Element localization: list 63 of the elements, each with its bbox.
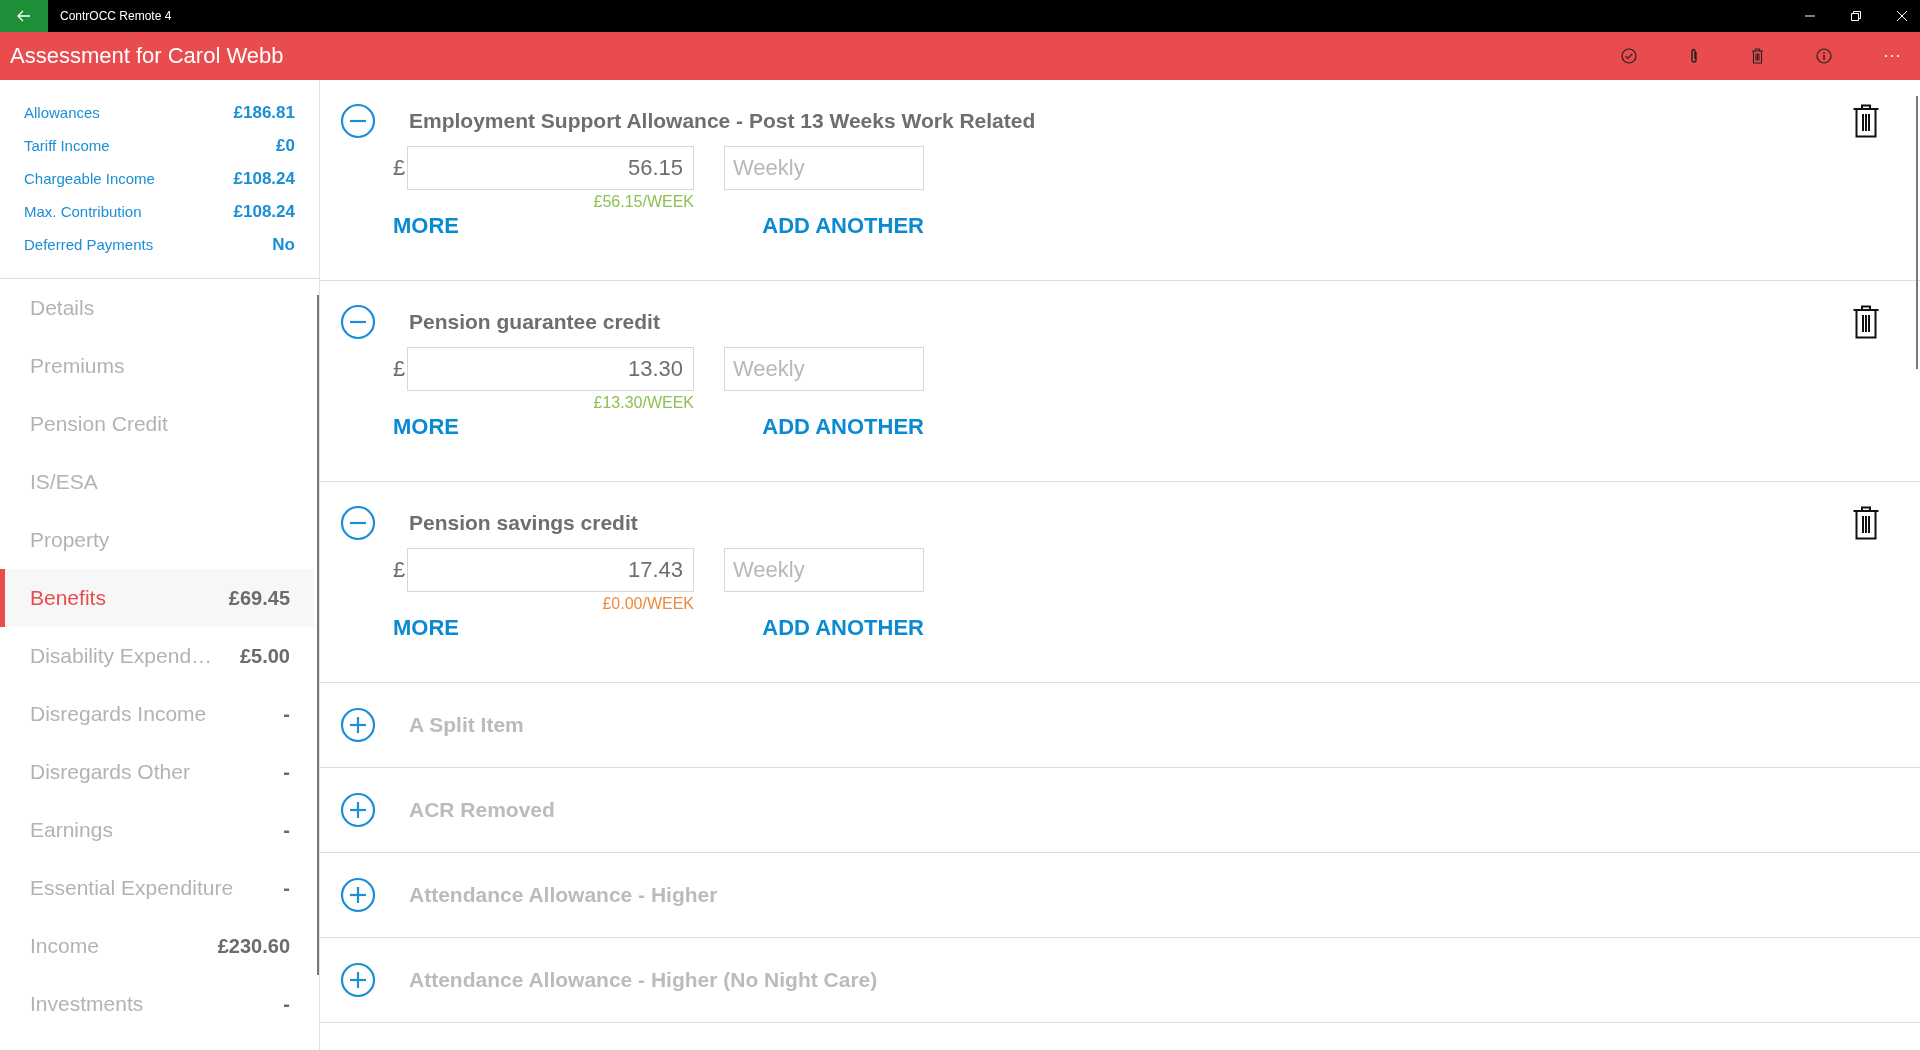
nav-item[interactable]: Disregards Income - (0, 685, 314, 743)
nav-item[interactable]: Income £230.60 (0, 917, 314, 975)
nav-item[interactable]: Benefits £69.45 (0, 569, 314, 627)
summary-label: Chargeable Income (24, 170, 155, 187)
trash-icon[interactable] (1852, 505, 1880, 541)
add-another-link[interactable]: ADD ANOTHER (762, 213, 924, 239)
summary-value: £108.24 (233, 201, 295, 222)
collapse-icon[interactable] (340, 505, 376, 541)
nav-item[interactable]: Essential Expenditure - (0, 859, 314, 917)
back-arrow-icon (17, 10, 31, 22)
expand-icon[interactable] (340, 877, 376, 913)
add-another-link[interactable]: ADD ANOTHER (762, 615, 924, 641)
trash-icon[interactable] (1852, 304, 1880, 340)
weekly-amount: £0.00/WEEK (602, 595, 694, 613)
item-title: Attendance Allowance - Higher (409, 883, 718, 907)
expand-icon[interactable] (340, 792, 376, 828)
collapse-icon[interactable] (340, 304, 376, 340)
more-link[interactable]: MORE (393, 213, 459, 239)
frequency-field[interactable]: Weekly (724, 548, 924, 592)
item-title: Employment Support Allowance - Post 13 Weeks Work Related (409, 109, 1036, 133)
window-title: ContrOCC Remote 4 (60, 9, 172, 23)
info-icon[interactable] (1816, 48, 1832, 64)
nav-item[interactable]: Disregards Other - (0, 743, 314, 801)
item-title: Attendance Allowance - Higher (No Night Care) (409, 968, 878, 992)
currency-symbol: £ (393, 556, 407, 583)
trash-icon[interactable] (1852, 103, 1880, 139)
amount-field[interactable]: 17.43 (407, 548, 694, 592)
summary-label: Max. Contribution (24, 203, 142, 220)
weekly-amount: £56.15/WEEK (593, 193, 694, 211)
item-title: Pension savings credit (409, 511, 638, 535)
more-link[interactable]: MORE (393, 615, 459, 641)
nav-item[interactable]: Disability Expend… £5.00 (0, 627, 314, 685)
item-title: Pension guarantee credit (409, 310, 660, 334)
more-link[interactable]: MORE (393, 414, 459, 440)
summary-label: Tariff Income (24, 137, 110, 154)
page-title: Assessment for Carol Webb (10, 43, 284, 69)
frequency-field[interactable]: Weekly (724, 146, 924, 190)
item-title: ACR Removed (409, 798, 555, 822)
add-another-link[interactable]: ADD ANOTHER (762, 414, 924, 440)
summary-label: Deferred Payments (24, 236, 154, 253)
back-button[interactable] (0, 0, 48, 32)
currency-symbol: £ (393, 355, 407, 382)
more-icon[interactable] (1884, 54, 1900, 58)
close-icon[interactable] (1896, 10, 1908, 22)
weekly-amount: £13.30/WEEK (593, 394, 694, 412)
amount-field[interactable]: 13.30 (407, 347, 694, 391)
collapse-icon[interactable] (340, 103, 376, 139)
frequency-field[interactable]: Weekly (724, 347, 924, 391)
restore-icon[interactable] (1850, 10, 1862, 22)
item-title: A Split Item (409, 713, 524, 737)
expand-icon[interactable] (340, 707, 376, 743)
summary-value: £0 (276, 135, 295, 156)
currency-symbol: £ (393, 154, 407, 181)
nav-item[interactable]: Investments - (0, 975, 314, 1033)
summary-value: £108.24 (233, 168, 295, 189)
amount-field[interactable]: 56.15 (407, 146, 694, 190)
nav-item[interactable]: Earnings - (0, 801, 314, 859)
check-circle-icon[interactable] (1621, 48, 1637, 64)
summary-label: Allowances (24, 104, 100, 121)
summary-value: No (272, 234, 295, 255)
summary-value: £186.81 (233, 102, 295, 123)
paperclip-icon[interactable] (1689, 47, 1699, 65)
expand-icon[interactable] (340, 962, 376, 998)
